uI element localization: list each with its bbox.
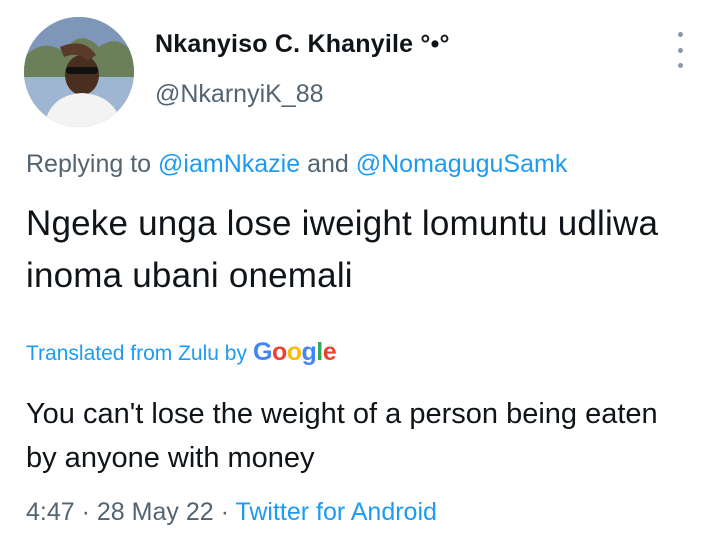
tweet-meta: 4:47 · 28 May 22 · Twitter for Android <box>26 498 437 527</box>
tweet-time[interactable]: 4:47 <box>26 498 75 526</box>
avatar-image <box>24 17 134 127</box>
display-name[interactable]: Nkanyiso C. Khanyile °•° <box>155 30 450 59</box>
translation-attribution[interactable]: Translated from Zulu by Google <box>26 338 337 367</box>
translated-text: You can't lose the weight of a person be… <box>26 398 658 474</box>
user-handle[interactable]: @NkarnyiK_88 <box>155 80 324 109</box>
replying-to: Replying to @iamNkazie and @NomaguguSamk <box>26 150 567 179</box>
dot <box>677 63 683 68</box>
dot <box>677 32 683 37</box>
meta-separator: · <box>220 498 229 526</box>
translated-label: Translated from Zulu by <box>26 342 247 365</box>
tweet-source[interactable]: Twitter for Android <box>235 498 436 526</box>
mention-link-1[interactable]: @iamNkazie <box>158 150 300 178</box>
replying-to-conjunction: and <box>307 150 349 178</box>
tweet-text: Ngeke unga lose iweight lomuntu udliwa i… <box>26 204 659 295</box>
mention-link-2[interactable]: @NomaguguSamk <box>356 150 568 178</box>
google-logo: Google <box>252 338 337 366</box>
dot <box>677 47 683 53</box>
replying-to-label: Replying to <box>26 150 152 178</box>
tweet-date[interactable]: 28 May 22 <box>97 498 214 526</box>
avatar[interactable] <box>24 17 134 127</box>
more-vertical-icon[interactable] <box>670 32 690 68</box>
meta-separator: · <box>81 498 90 526</box>
